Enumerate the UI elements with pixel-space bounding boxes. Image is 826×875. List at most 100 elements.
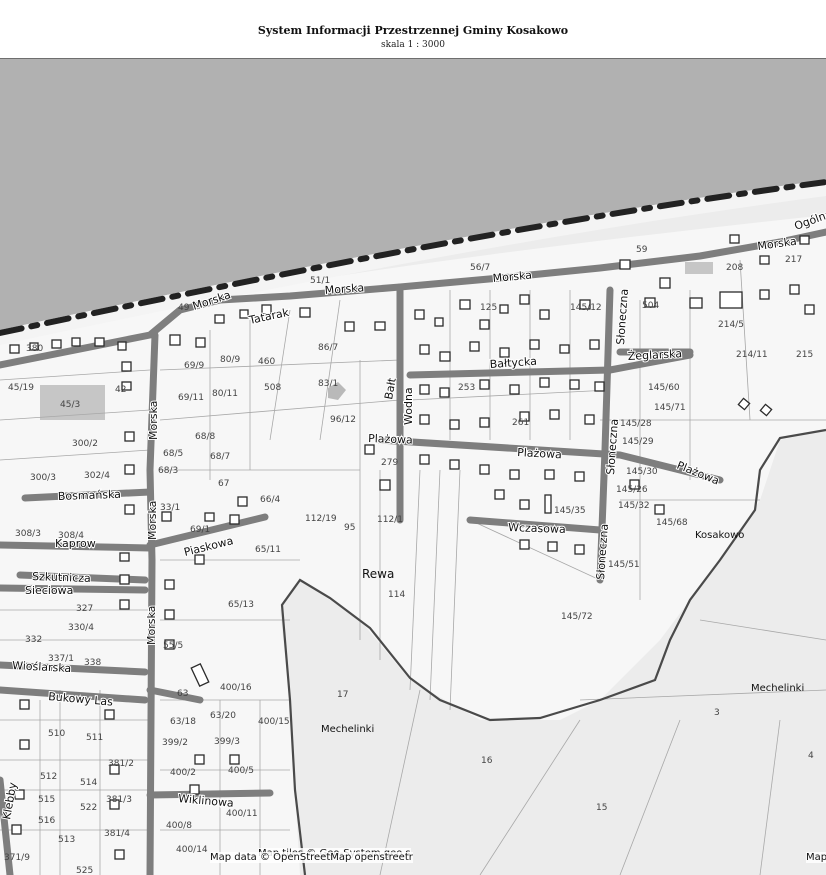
- parcel-number: 17: [337, 690, 348, 700]
- parcel-number: 208: [726, 263, 743, 273]
- attribution-right: Map: [806, 852, 826, 863]
- parcel-number: 214/5: [718, 320, 744, 330]
- field-plot: [685, 262, 713, 274]
- street-label-morska: Morska: [147, 401, 160, 440]
- parcel-number: 69/9: [184, 361, 204, 371]
- place-mechelinki-west: Mechelinki: [321, 724, 374, 735]
- parcel-number: 371/9: [4, 853, 30, 863]
- parcel-number: 380: [26, 344, 43, 354]
- parcel-number: 522: [80, 803, 97, 813]
- parcel-number: 145/28: [620, 419, 652, 429]
- cadastral-map[interactable]: Rewa Kosakowo Mechelinki Mechelinki Mors…: [0, 59, 826, 875]
- parcel-number: 63: [177, 689, 188, 699]
- parcel-number: 525: [76, 866, 93, 875]
- parcel-number: 112/1: [377, 515, 403, 525]
- parcel-number: 400/8: [166, 821, 192, 831]
- parcel-number: 511: [86, 733, 103, 743]
- parcel-number: 16: [481, 756, 493, 766]
- parcel-number: 510: [48, 729, 65, 739]
- map-view[interactable]: Rewa Kosakowo Mechelinki Mechelinki Mors…: [0, 59, 826, 875]
- parcel-number: 504: [642, 301, 659, 311]
- parcel-number: 83/1: [318, 379, 338, 389]
- street-label-morska: Morska: [324, 281, 364, 297]
- parcel-number: 51/1: [310, 276, 330, 286]
- parcel-number: 327: [76, 604, 93, 614]
- parcel-number: 65/13: [228, 600, 254, 610]
- parcel-number: 45/3: [60, 400, 80, 410]
- parcel-number: 125: [480, 303, 497, 313]
- parcel-number: 513: [58, 835, 75, 845]
- parcel-number: 381/3: [106, 795, 132, 805]
- parcel-number: 63/18: [170, 717, 196, 727]
- parcel-number: 508: [264, 383, 281, 393]
- parcel-number: 400/14: [176, 845, 208, 855]
- parcel-number: 45/19: [8, 383, 34, 393]
- parcel-number: 145/26: [616, 485, 648, 495]
- parcel-number: 56/7: [470, 263, 490, 273]
- map-scale: skala 1 : 3000: [381, 40, 445, 50]
- parcel-number: 68/7: [210, 452, 230, 462]
- parcel-number: 214/11: [736, 350, 768, 360]
- parcel-number: 68/8: [195, 432, 215, 442]
- parcel-number: 145/35: [554, 506, 586, 516]
- street-label-wczasowa: Wczasowa: [508, 521, 566, 536]
- parcel-number: 515: [38, 795, 55, 805]
- parcel-number: 42: [115, 385, 126, 395]
- parcel-number: 215: [796, 350, 813, 360]
- parcel-number: 65/11: [255, 545, 281, 555]
- parcel-number: 67: [218, 479, 229, 489]
- parcel-number: 96/12: [330, 415, 356, 425]
- parcel-number: 460: [258, 357, 275, 367]
- place-mechelinki-east: Mechelinki: [751, 683, 804, 694]
- parcel-number: 55/5: [163, 641, 183, 651]
- parcel-number: 279: [381, 458, 398, 468]
- parcel-number: 69/1: [190, 525, 210, 535]
- parcel-number: 300/3: [30, 473, 56, 483]
- place-kosakowo: Kosakowo: [695, 530, 744, 541]
- parcel-number: 302/4: [84, 471, 110, 481]
- parcel-number: 145/30: [626, 467, 658, 477]
- parcel-number: 332: [25, 635, 42, 645]
- parcel-number: 33/1: [160, 503, 180, 513]
- parcel-number: 400/15: [258, 717, 290, 727]
- parcel-number: 399/2: [162, 738, 188, 748]
- parcel-number: 80/11: [212, 389, 238, 399]
- parcel-number: 69/11: [178, 393, 204, 403]
- parcel-number: 337/1: [48, 654, 74, 664]
- parcel-number: 253: [458, 383, 475, 393]
- parcel-number: 400/16: [220, 683, 252, 693]
- parcel-number: 145/71: [654, 403, 686, 413]
- place-rewa: Rewa: [362, 567, 394, 581]
- parcel-number: 66/4: [260, 495, 280, 505]
- parcel-number: 145/32: [618, 501, 650, 511]
- parcel-number: 516: [38, 816, 55, 826]
- parcel-number: 112/19: [305, 514, 337, 524]
- parcel-number: 330/4: [68, 623, 94, 633]
- parcel-number: 3: [714, 708, 720, 718]
- street-label-bosmanska: Bosmańska: [58, 488, 122, 503]
- parcel-number: 338: [84, 658, 101, 668]
- parcel-number: 145/29: [622, 437, 654, 447]
- attribution-data: Map data © OpenStreetMap openstreetr: [210, 852, 413, 863]
- parcel-number: 399/3: [214, 737, 240, 747]
- parcel-number: 15: [596, 803, 607, 813]
- parcel-number: 145/12: [570, 303, 602, 313]
- parcel-number: 308/4: [58, 531, 84, 541]
- map-title: System Informacji Przestrzennej Gminy Ko…: [257, 24, 569, 37]
- parcel-number: 400/5: [228, 766, 254, 776]
- parcel-number: 59: [636, 245, 648, 255]
- parcel-number: 512: [40, 772, 57, 782]
- parcel-number: 68/3: [158, 466, 178, 476]
- street-label-plazowa: Plażowa: [368, 432, 413, 447]
- map-header: System Informacji Przestrzennej Gminy Ko…: [0, 0, 826, 59]
- parcel-number: 145/68: [656, 518, 688, 528]
- parcel-number: 261: [512, 418, 529, 428]
- parcel-number: 145/51: [608, 560, 640, 570]
- parcel-number: 68/5: [163, 449, 183, 459]
- parcel-number: 114: [388, 590, 405, 600]
- parcel-number: 49: [178, 303, 190, 313]
- parcel-number: 63/20: [210, 711, 236, 721]
- parcel-number: 86/7: [318, 343, 338, 353]
- parcel-number: 80/9: [220, 355, 240, 365]
- parcel-number: 381/4: [104, 829, 130, 839]
